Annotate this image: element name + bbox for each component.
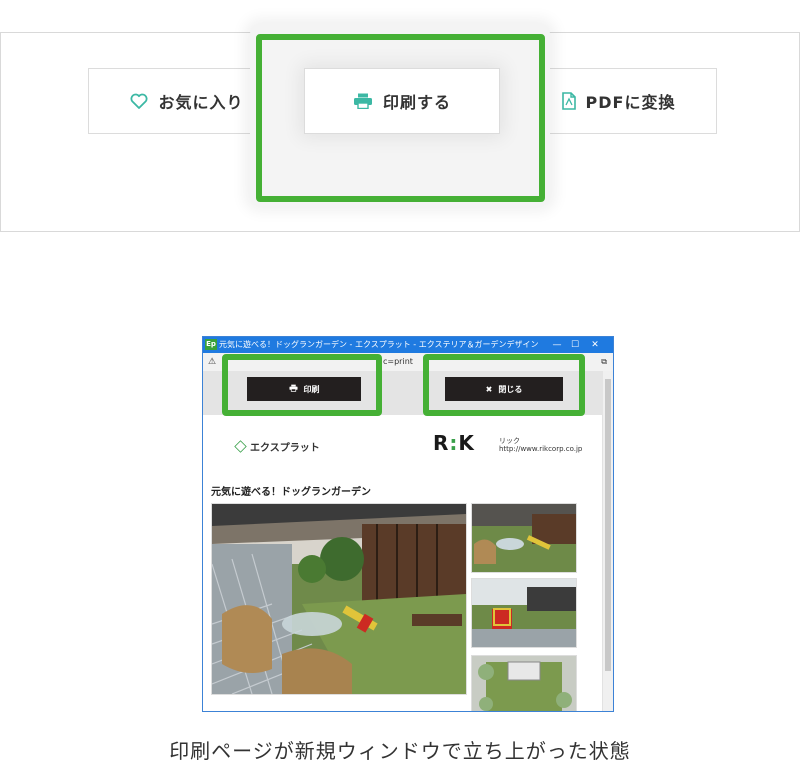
minimize-icon[interactable]: — [549, 337, 565, 353]
close-window-icon[interactable]: ✕ [587, 337, 603, 353]
window-title: 元気に遊べる！ドッグランガーデン - エクスプラット - エクステリア＆ガーデン… [219, 340, 539, 349]
maximize-icon[interactable]: ☐ [567, 337, 583, 353]
window-titlebar: Ep 元気に遊べる！ドッグランガーデン - エクスプラット - エクステリア＆ガー… [203, 337, 613, 353]
favorite-label: お気に入り [158, 93, 244, 112]
pdf-icon [561, 92, 576, 110]
heart-icon [130, 93, 148, 109]
caption: 印刷ページが新規ウィンドウで立ち上がった状態 [169, 739, 631, 763]
app-icon: Ep [205, 339, 217, 350]
thumbnail-3[interactable] [471, 655, 577, 711]
main-garden-image [211, 503, 467, 695]
cube-logo-icon [234, 440, 247, 453]
explat-logo-text: エクスプラット [250, 443, 320, 454]
address-url[interactable]: c=print [383, 353, 413, 371]
pdf-label: PDFに変換 [585, 93, 676, 112]
window-close-highlight [423, 354, 585, 416]
page-title: 元気に遊べる！ドッグランガーデン [211, 487, 371, 498]
rik-url: http://www.rikcorp.co.jp [499, 445, 583, 453]
scrollbar-thumb[interactable] [605, 379, 611, 671]
thumbnail-2[interactable] [471, 578, 577, 648]
thumbnail-1[interactable] [471, 503, 577, 573]
translate-icon[interactable]: ⧉ [601, 353, 607, 371]
scrollbar[interactable] [602, 371, 613, 711]
print-button-highlight [256, 34, 545, 202]
rik-logo: R:K [433, 431, 475, 455]
window-print-highlight [222, 354, 382, 416]
warning-icon: ⚠ [208, 357, 217, 367]
explat-logo: エクスプラット [234, 439, 320, 454]
